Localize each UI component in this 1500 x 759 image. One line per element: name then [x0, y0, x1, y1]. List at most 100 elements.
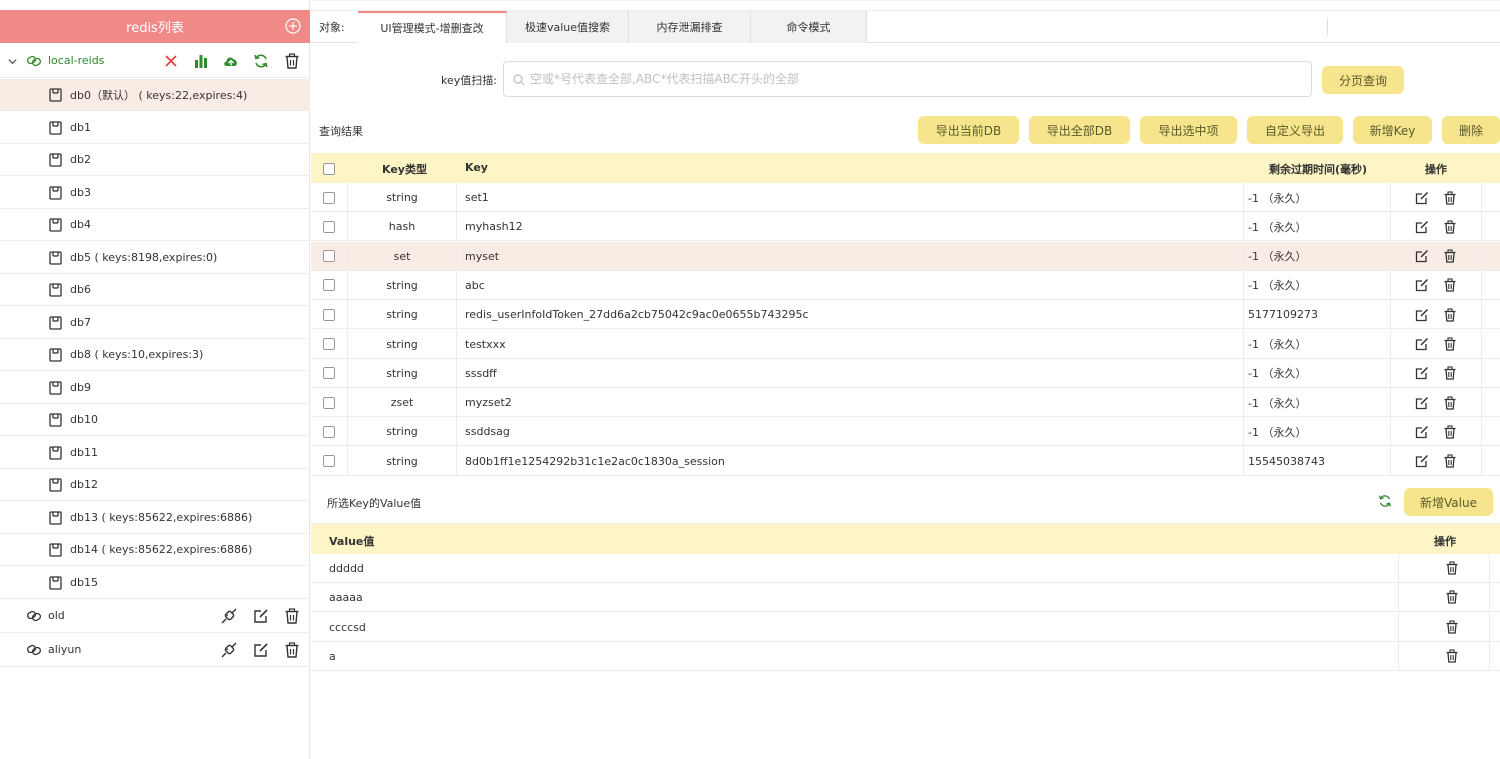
select-all-checkbox[interactable] — [323, 163, 335, 175]
sidebar-item-db4[interactable]: db4 — [0, 209, 310, 241]
trash-icon[interactable] — [1445, 590, 1459, 604]
row-checkbox[interactable] — [323, 279, 335, 292]
key-type-cell: zset — [348, 388, 457, 418]
tab-value-search[interactable]: 极速value值搜索 — [507, 11, 629, 43]
connection-local-reids[interactable]: local-reids — [0, 44, 310, 78]
edit-icon[interactable] — [1415, 308, 1429, 322]
value-row[interactable]: ddddd — [311, 554, 1500, 583]
edit-icon[interactable] — [252, 607, 270, 625]
trash-icon[interactable] — [283, 641, 301, 659]
sidebar-item-db10[interactable]: db10 — [0, 404, 310, 436]
sidebar-item-db12[interactable]: db12 — [0, 469, 310, 501]
sidebar-item-db1[interactable]: db1 — [0, 112, 310, 144]
refresh-value-icon[interactable] — [1377, 493, 1393, 509]
sidebar-item-db0[interactable]: db0（默认） ( keys:22,expires:4) — [0, 79, 310, 111]
bar-chart-icon[interactable] — [192, 52, 210, 70]
custom-export-button[interactable]: 自定义导出 — [1247, 116, 1343, 144]
sidebar-item-db15[interactable]: db15 — [0, 567, 310, 599]
cloud-upload-icon[interactable] — [222, 52, 240, 70]
plug-connect-icon[interactable] — [220, 607, 238, 625]
value-row[interactable]: ccccsd — [311, 612, 1500, 642]
sidebar-item-db8[interactable]: db8 ( keys:10,expires:3) — [0, 339, 310, 371]
tab-memory-leak[interactable]: 内存泄漏排查 — [629, 11, 751, 43]
trash-icon[interactable] — [1443, 366, 1457, 380]
row-checkbox[interactable] — [323, 367, 335, 380]
row-checkbox[interactable] — [323, 455, 335, 468]
connection-aliyun[interactable]: aliyun — [0, 633, 310, 667]
op-cell — [1391, 212, 1482, 242]
row-checkbox[interactable] — [323, 396, 335, 409]
value-table-header: Value值 操作 — [311, 524, 1500, 554]
table-row[interactable]: string set1 -1 （永久） — [311, 183, 1500, 212]
edit-icon[interactable] — [1415, 191, 1429, 205]
sidebar-item-db2[interactable]: db2 — [0, 144, 310, 176]
trash-icon[interactable] — [1445, 620, 1459, 634]
plug-connect-icon[interactable] — [220, 641, 238, 659]
edit-icon[interactable] — [1415, 249, 1429, 263]
add-value-button[interactable]: 新增Value — [1404, 488, 1493, 516]
row-checkbox[interactable] — [323, 308, 335, 321]
table-row[interactable]: hash myhash12 -1 （永久） — [311, 212, 1500, 242]
row-checkbox[interactable] — [323, 220, 335, 233]
table-row[interactable]: string 8d0b1ff1e1254292b31c1e2ac0c1830a_s… — [311, 446, 1500, 476]
value-row[interactable]: a — [311, 641, 1500, 671]
export-selected-button[interactable]: 导出选中项 — [1140, 116, 1237, 144]
table-row[interactable]: set myset -1 （永久） — [311, 241, 1500, 271]
sidebar-item-db6[interactable]: db6 — [0, 274, 310, 306]
table-row[interactable]: string sssdff -1 （永久） — [311, 358, 1500, 388]
trash-icon[interactable] — [283, 52, 301, 70]
table-row[interactable]: string redis_userInfoIdToken_27dd6a2cb750… — [311, 300, 1500, 330]
close-icon[interactable] — [162, 52, 180, 70]
trash-icon[interactable] — [1443, 220, 1457, 234]
edit-icon[interactable] — [1415, 278, 1429, 292]
sidebar-item-db3[interactable]: db3 — [0, 177, 310, 209]
table-row[interactable]: string testxxx -1 （永久） — [311, 329, 1500, 359]
edit-icon[interactable] — [1415, 337, 1429, 351]
trash-icon[interactable] — [1443, 249, 1457, 263]
table-row[interactable]: zset myzset2 -1 （永久） — [311, 388, 1500, 418]
sidebar-item-db5[interactable]: db5 ( keys:8198,expires:0) — [0, 242, 310, 274]
edit-icon[interactable] — [252, 641, 270, 659]
table-row[interactable]: string abc -1 （永久） — [311, 270, 1500, 300]
sidebar-item-db14[interactable]: db14 ( keys:85622,expires:6886) — [0, 534, 310, 566]
refresh-icon[interactable] — [252, 52, 270, 70]
trash-icon[interactable] — [1443, 425, 1457, 439]
value-row[interactable]: aaaaa — [311, 583, 1500, 613]
sidebar-item-db13[interactable]: db13 ( keys:85622,expires:6886) — [0, 502, 310, 534]
sidebar-item-db11[interactable]: db11 — [0, 437, 310, 469]
sidebar-item-db7[interactable]: db7 — [0, 307, 310, 339]
trash-icon[interactable] — [1443, 190, 1457, 205]
tab-ui-crud[interactable]: UI管理模式-增删查改 — [358, 11, 507, 43]
trash-icon[interactable] — [1445, 649, 1459, 663]
trash-icon[interactable] — [1443, 278, 1457, 293]
chevron-down-icon[interactable] — [7, 56, 18, 67]
row-checkbox[interactable] — [323, 191, 335, 204]
edit-icon[interactable] — [1415, 366, 1429, 380]
trash-icon[interactable] — [1443, 396, 1457, 410]
table-row[interactable]: string ssddsag -1 （永久） — [311, 417, 1500, 447]
edit-icon[interactable] — [1415, 220, 1429, 234]
key-scan-box[interactable] — [503, 61, 1312, 97]
edit-icon[interactable] — [1415, 425, 1429, 439]
trash-icon[interactable] — [1445, 561, 1459, 575]
trash-icon[interactable] — [1443, 337, 1457, 351]
connection-old[interactable]: old — [0, 599, 310, 633]
export-all-db-button[interactable]: 导出全部DB — [1029, 116, 1130, 144]
export-current-db-button[interactable]: 导出当前DB — [918, 116, 1019, 144]
page-query-button[interactable]: 分页查询 — [1322, 66, 1404, 94]
tab-command-mode[interactable]: 命令模式 — [751, 11, 867, 43]
delete-button[interactable]: 删除 — [1442, 116, 1500, 144]
edit-icon[interactable] — [1415, 396, 1429, 410]
add-connection-icon[interactable] — [285, 18, 301, 34]
add-key-button[interactable]: 新增Key — [1353, 116, 1432, 144]
row-checkbox[interactable] — [323, 338, 335, 350]
edit-icon[interactable] — [1415, 454, 1429, 468]
sidebar-item-db9[interactable]: db9 — [0, 372, 310, 404]
trash-icon[interactable] — [1443, 454, 1457, 468]
key-scan-input[interactable] — [530, 68, 1300, 90]
row-checkbox[interactable] — [323, 425, 335, 438]
row-checkbox[interactable] — [323, 250, 335, 263]
trash-icon[interactable] — [283, 607, 301, 625]
value-op-cell — [1445, 620, 1459, 634]
trash-icon[interactable] — [1443, 308, 1457, 322]
